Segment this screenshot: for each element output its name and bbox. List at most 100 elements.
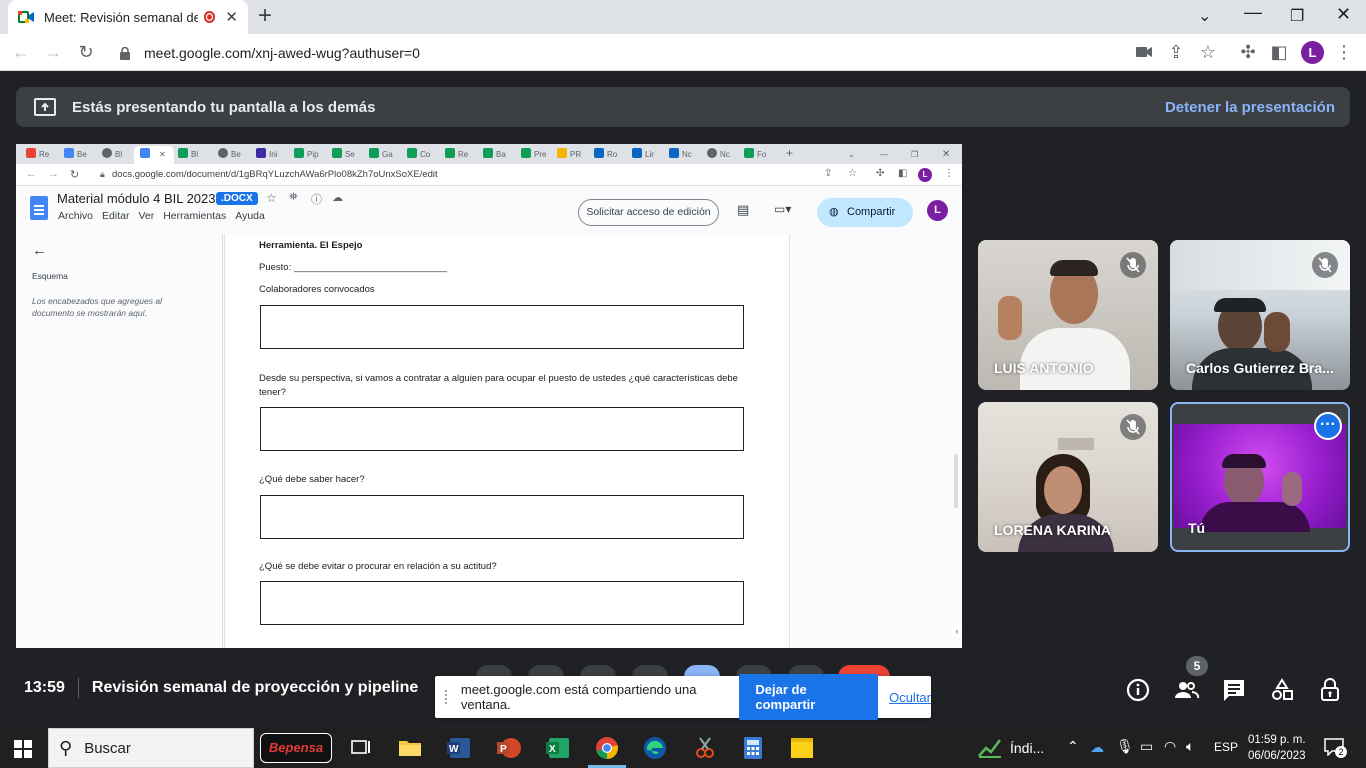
shared-tab-strip: Re Be Bl ✕ Bl Be Ini Pip Se Ga Co Re Ba … (16, 144, 962, 164)
chrome-menu-icon[interactable]: ⋮ (1333, 41, 1355, 63)
close-tab-icon[interactable]: ✕ (225, 8, 238, 26)
task-view-icon[interactable] (350, 736, 374, 760)
new-tab-button[interactable]: + (258, 4, 272, 28)
shared-forward-icon: → (48, 168, 59, 180)
doc-question-1: Desde su perspectiva, si vamos a contrat… (259, 373, 738, 398)
notification-center-icon[interactable]: 2 (1324, 738, 1347, 758)
side-panel-icon[interactable]: ◧ (1268, 41, 1290, 63)
shared-tab: Co (407, 147, 430, 163)
edge-icon[interactable] (643, 736, 667, 760)
share-page-icon[interactable]: ⇪ (1165, 41, 1187, 63)
language-indicator[interactable]: ESP (1214, 740, 1238, 754)
chrome-icon[interactable] (595, 736, 619, 760)
participant-tile[interactable]: LUIS ANTONIO (978, 240, 1158, 390)
menu-archivo: Archivo (58, 210, 94, 222)
host-controls-icon[interactable] (1316, 676, 1344, 704)
request-edit-button: Solicitar acceso de edición (578, 199, 719, 226)
shared-tab: Ba (483, 147, 506, 163)
present-screen-icon (34, 98, 56, 116)
close-window-button[interactable]: ✕ (1336, 4, 1351, 25)
taskbar-clock[interactable]: 01:59 p. m. 06/06/2023 (1248, 732, 1306, 764)
browser-tab-meet[interactable]: Meet: Revisión semanal de p ✕ (8, 0, 248, 34)
windows-start-icon[interactable] (14, 740, 32, 763)
back-arrow-icon: ← (32, 242, 47, 259)
bookmark-star-icon[interactable]: ☆ (1197, 41, 1219, 63)
stop-presenting-button[interactable]: Detener la presentación (1165, 99, 1335, 116)
shared-tab: Bl (178, 147, 198, 163)
microphone-tray-icon[interactable]: 🎙︎ (1116, 738, 1134, 755)
tray-overflow-icon[interactable]: ⌃ (1067, 738, 1079, 755)
hide-notification-link[interactable]: Ocultar (889, 690, 931, 705)
document-page: Herramienta. El Espejo Puesto: _________… (224, 234, 790, 648)
clock-date: 06/06/2023 (1248, 750, 1306, 762)
answer-box (260, 581, 744, 625)
docx-badge: .DOCX (216, 192, 258, 205)
drag-handle-icon[interactable] (445, 690, 449, 704)
shared-extensions-icon: ✣ (876, 168, 885, 179)
battery-icon[interactable]: ▭ (1140, 738, 1153, 755)
bepensa-app[interactable]: Bepensa (260, 733, 332, 763)
shared-url-text: docs.google.com/document/d/1gBRqYLuzchAW… (112, 169, 438, 180)
snipping-tool-icon[interactable] (693, 736, 717, 760)
shared-reload-icon: ↻ (70, 169, 80, 181)
forward-button[interactable]: → (42, 41, 64, 63)
shared-tab: Lir (632, 147, 654, 163)
menu-ver: Ver (138, 210, 155, 222)
meeting-title: Revisión semanal de proyección y pipelin… (91, 679, 419, 696)
shared-tab: Ini (256, 147, 277, 163)
people-count-badge: 5 (1186, 656, 1208, 676)
meet-favicon-icon (18, 9, 34, 25)
people-icon[interactable] (1172, 676, 1200, 704)
activities-icon[interactable] (1268, 676, 1296, 704)
camera-icon[interactable] (1133, 41, 1155, 63)
answer-box (260, 495, 744, 539)
file-explorer-icon[interactable] (398, 736, 422, 760)
widget-text[interactable]: Índi... (1010, 740, 1044, 756)
shared-tab: Re (26, 147, 49, 163)
docs-header: Material módulo 4 BIL 2023 .DOCX ☆ ⛯ ⓘ ☁… (16, 186, 962, 234)
doc-menu-bar: Archivo Editar Ver Herramientas Ayuda (58, 210, 265, 222)
meeting-details-icon[interactable] (1124, 676, 1152, 704)
address-bar[interactable]: meet.google.com/xnj-awed-wug?authuser=0 (108, 38, 1168, 68)
sticky-notes-icon[interactable] (790, 736, 814, 760)
participant-tile[interactable]: Carlos Gutierrez Bra... (1170, 240, 1350, 390)
shared-back-icon: ← (26, 168, 37, 180)
shared-tab-search-icon: ⌄ (848, 150, 855, 159)
self-participant-tile[interactable]: ··· Tú (1170, 402, 1350, 552)
profile-avatar[interactable]: L (1301, 41, 1324, 64)
doc-puesto: Puesto: _____________________________ (259, 262, 448, 273)
reload-button[interactable]: ↻ (75, 41, 97, 63)
extensions-icon[interactable]: ✣ (1237, 41, 1259, 63)
participant-name: LUIS ANTONIO (994, 360, 1094, 376)
shared-close-icon: ✕ (942, 149, 951, 160)
outline-hint: Los encabezados que agregues al document… (32, 296, 162, 318)
outline-title: Esquema (32, 271, 68, 281)
muted-mic-icon (1120, 414, 1146, 440)
stock-widget-icon[interactable] (978, 736, 1002, 760)
onedrive-icon[interactable]: ☁ (1090, 739, 1104, 756)
minimize-button[interactable]: — (1244, 2, 1262, 23)
shared-restore-icon: ❐ (911, 150, 919, 159)
more-options-icon[interactable]: ··· (1314, 412, 1342, 440)
shared-star-icon: ☆ (848, 168, 857, 179)
document-area: Herramienta. El Espejo Puesto: _________… (223, 234, 962, 648)
clock-time: 01:59 p. m. (1248, 734, 1306, 746)
restore-button[interactable]: ❐ (1290, 6, 1304, 26)
search-icon: ⚲ (59, 737, 73, 758)
powerpoint-icon[interactable]: P (497, 736, 521, 760)
doc-heading: Herramienta. El Espejo (259, 240, 363, 251)
chat-icon[interactable] (1220, 676, 1248, 704)
participant-tile[interactable]: LORENA KARINA (978, 402, 1158, 552)
browser-toolbar: ← → ↻ meet.google.com/xnj-awed-wug?authu… (0, 34, 1366, 71)
excel-icon[interactable]: X (546, 736, 570, 760)
shared-tab: Ga (369, 147, 393, 163)
stop-sharing-button[interactable]: Dejar de compartir (739, 674, 879, 720)
volume-icon[interactable]: 🔈︎ (1186, 738, 1194, 755)
tab-search-icon[interactable]: ⌄ (1198, 6, 1211, 26)
calculator-icon[interactable] (741, 736, 765, 760)
wifi-icon[interactable]: ◠ (1164, 738, 1176, 755)
shared-tab: Re (445, 147, 468, 163)
word-icon[interactable]: W (447, 736, 471, 760)
back-button[interactable]: ← (10, 41, 32, 63)
taskbar-search[interactable]: ⚲ Buscar (48, 728, 254, 768)
